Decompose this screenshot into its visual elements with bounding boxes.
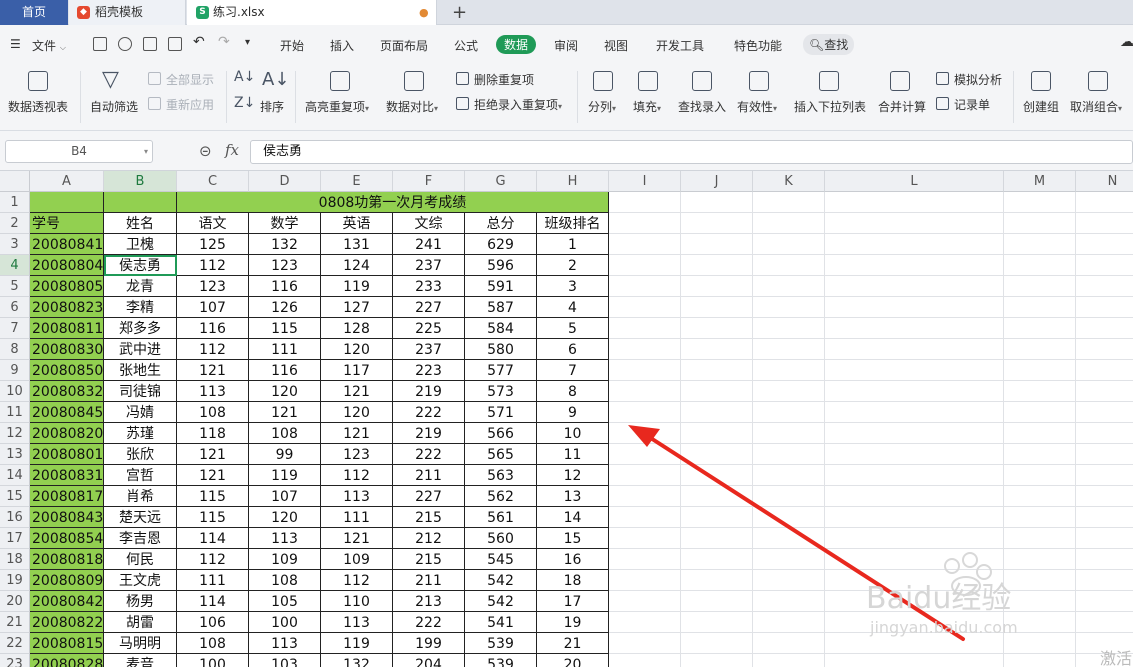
tab-template[interactable]: ◆ 稻壳模板 — [69, 0, 186, 25]
menu-formula[interactable]: 公式 — [454, 37, 478, 54]
zoom-icon[interactable]: ⊝ — [199, 142, 212, 160]
pivot-table-button[interactable]: 数据透视表 — [8, 98, 68, 115]
ungroup-icon — [1088, 71, 1108, 91]
separator — [226, 71, 227, 123]
fill-button[interactable]: 填充▾ — [633, 98, 661, 115]
spreadsheet-icon: S — [196, 6, 209, 19]
show-all-icon — [148, 72, 161, 85]
delete-duplicate-icon — [456, 72, 469, 85]
lookup-entry-icon — [692, 71, 712, 91]
reapply-button[interactable]: 重新应用 — [166, 96, 214, 113]
fx-icon[interactable]: fx — [225, 141, 239, 159]
tab-file[interactable]: S 练习.xlsx ● — [187, 0, 437, 25]
search-icon: 🔍︎ — [809, 38, 825, 52]
cloud-sync-icon[interactable] — [118, 37, 132, 51]
print-preview-icon[interactable] — [168, 37, 182, 51]
menu-page-layout[interactable]: 页面布局 — [380, 37, 428, 54]
hamburger-icon[interactable]: ☰ — [10, 37, 21, 51]
activate-windows-text: 激活 — [1100, 649, 1133, 668]
menu-insert[interactable]: 插入 — [330, 37, 354, 54]
show-all-button[interactable]: 全部显示 — [166, 71, 214, 88]
separator — [1013, 71, 1014, 123]
what-if-button[interactable]: 模拟分析 — [954, 71, 1002, 88]
name-box[interactable]: B4 ▾ — [5, 140, 153, 163]
menu-home[interactable]: 开始 — [280, 37, 304, 54]
record-form-icon — [936, 97, 949, 110]
menu-special[interactable]: 特色功能 — [734, 37, 782, 54]
ungroup-button[interactable]: 取消组合▾ — [1070, 98, 1122, 115]
watermark-brand: Baidu经验 — [866, 581, 1012, 616]
create-group-button[interactable]: 创建组 — [1023, 98, 1059, 115]
what-if-icon — [936, 72, 949, 85]
name-box-value: B4 — [71, 144, 87, 158]
consolidate-button[interactable]: 合并计算 — [878, 98, 926, 115]
consolidate-icon — [890, 71, 910, 91]
split-column-icon — [593, 71, 613, 91]
reject-duplicate-icon — [456, 97, 469, 110]
new-tab-button[interactable]: + — [452, 0, 472, 25]
docer-icon: ◆ — [77, 6, 90, 19]
menu-bar: ☰ 文件 ⌵ ↶ ↷ ▾ 开始 插入 页面布局 公式 数据 审阅 视图 开发工具… — [0, 25, 1133, 65]
ribbon-data: 数据透视表 ▽ 自动筛选 全部显示 重新应用 A↓ Z↓ A↓ 排序 高亮重复项… — [0, 65, 1133, 131]
menu-view[interactable]: 视图 — [604, 37, 628, 54]
create-group-icon — [1031, 71, 1051, 91]
reapply-icon — [148, 97, 161, 110]
watermark-url: jingyan.baidu.com — [870, 618, 1018, 637]
split-column-button[interactable]: 分列▾ — [588, 98, 616, 115]
validity-button[interactable]: 有效性▾ — [737, 98, 777, 115]
sort-asc-icon[interactable]: A↓ — [234, 69, 255, 85]
sort-icon: A↓ — [262, 69, 290, 90]
sort-button[interactable]: 排序 — [260, 98, 284, 115]
autofilter-button[interactable]: 自动筛选 — [90, 98, 138, 115]
unsaved-dot-icon: ● — [419, 6, 429, 19]
insert-dropdown-button[interactable]: 插入下拉列表 — [794, 98, 866, 115]
menu-developer[interactable]: 开发工具 — [656, 37, 704, 54]
delete-duplicates-button[interactable]: 删除重复项 — [474, 71, 534, 88]
menu-review[interactable]: 审阅 — [554, 37, 578, 54]
fill-icon — [638, 71, 658, 91]
tab-home[interactable]: 首页 — [0, 0, 68, 25]
name-box-dropdown-icon[interactable]: ▾ — [144, 141, 148, 162]
menu-file[interactable]: 文件 ⌵ — [32, 37, 66, 54]
tab-file-label: 练习.xlsx — [213, 5, 265, 19]
separator — [577, 71, 578, 123]
data-compare-button[interactable]: 数据对比▾ — [386, 98, 438, 115]
separator — [295, 71, 296, 123]
formula-input[interactable]: 侯志勇 — [250, 140, 1133, 164]
student-name-cell[interactable]: 侯志勇 — [104, 255, 177, 276]
highlight-duplicate-icon — [330, 71, 350, 91]
redo-icon[interactable]: ↷ — [218, 34, 230, 50]
separator — [80, 71, 81, 123]
save-icon[interactable] — [93, 37, 107, 51]
highlight-duplicates-button[interactable]: 高亮重复项▾ — [305, 98, 369, 115]
validity-icon — [749, 71, 769, 91]
pivot-table-icon — [28, 71, 48, 91]
baidu-watermark: Baidu经验 jingyan.baidu.com — [862, 548, 1112, 638]
data-compare-icon — [404, 71, 424, 91]
reject-duplicates-button[interactable]: 拒绝录入重复项▾ — [474, 96, 562, 113]
sort-desc-icon[interactable]: Z↓ — [234, 95, 255, 111]
print-icon[interactable] — [143, 37, 157, 51]
tab-bar: 首页 ◆ 稻壳模板 S 练习.xlsx ● + — [0, 0, 1133, 25]
cloud-icon[interactable]: ☁ — [1120, 34, 1133, 50]
lookup-entry-button[interactable]: 查找录入 — [678, 98, 726, 115]
menu-data[interactable]: 数据 — [496, 35, 537, 54]
undo-icon[interactable]: ↶ — [193, 34, 205, 50]
tab-template-label: 稻壳模板 — [95, 5, 144, 19]
formula-bar: B4 ▾ ⊝ fx 侯志勇 — [0, 131, 1133, 171]
search-button[interactable]: 🔍︎查找 — [803, 34, 855, 55]
record-form-button[interactable]: 记录单 — [954, 96, 990, 113]
insert-dropdown-icon — [819, 71, 839, 91]
customize-dropdown-icon[interactable]: ▾ — [245, 37, 250, 48]
filter-icon: ▽ — [102, 67, 119, 92]
